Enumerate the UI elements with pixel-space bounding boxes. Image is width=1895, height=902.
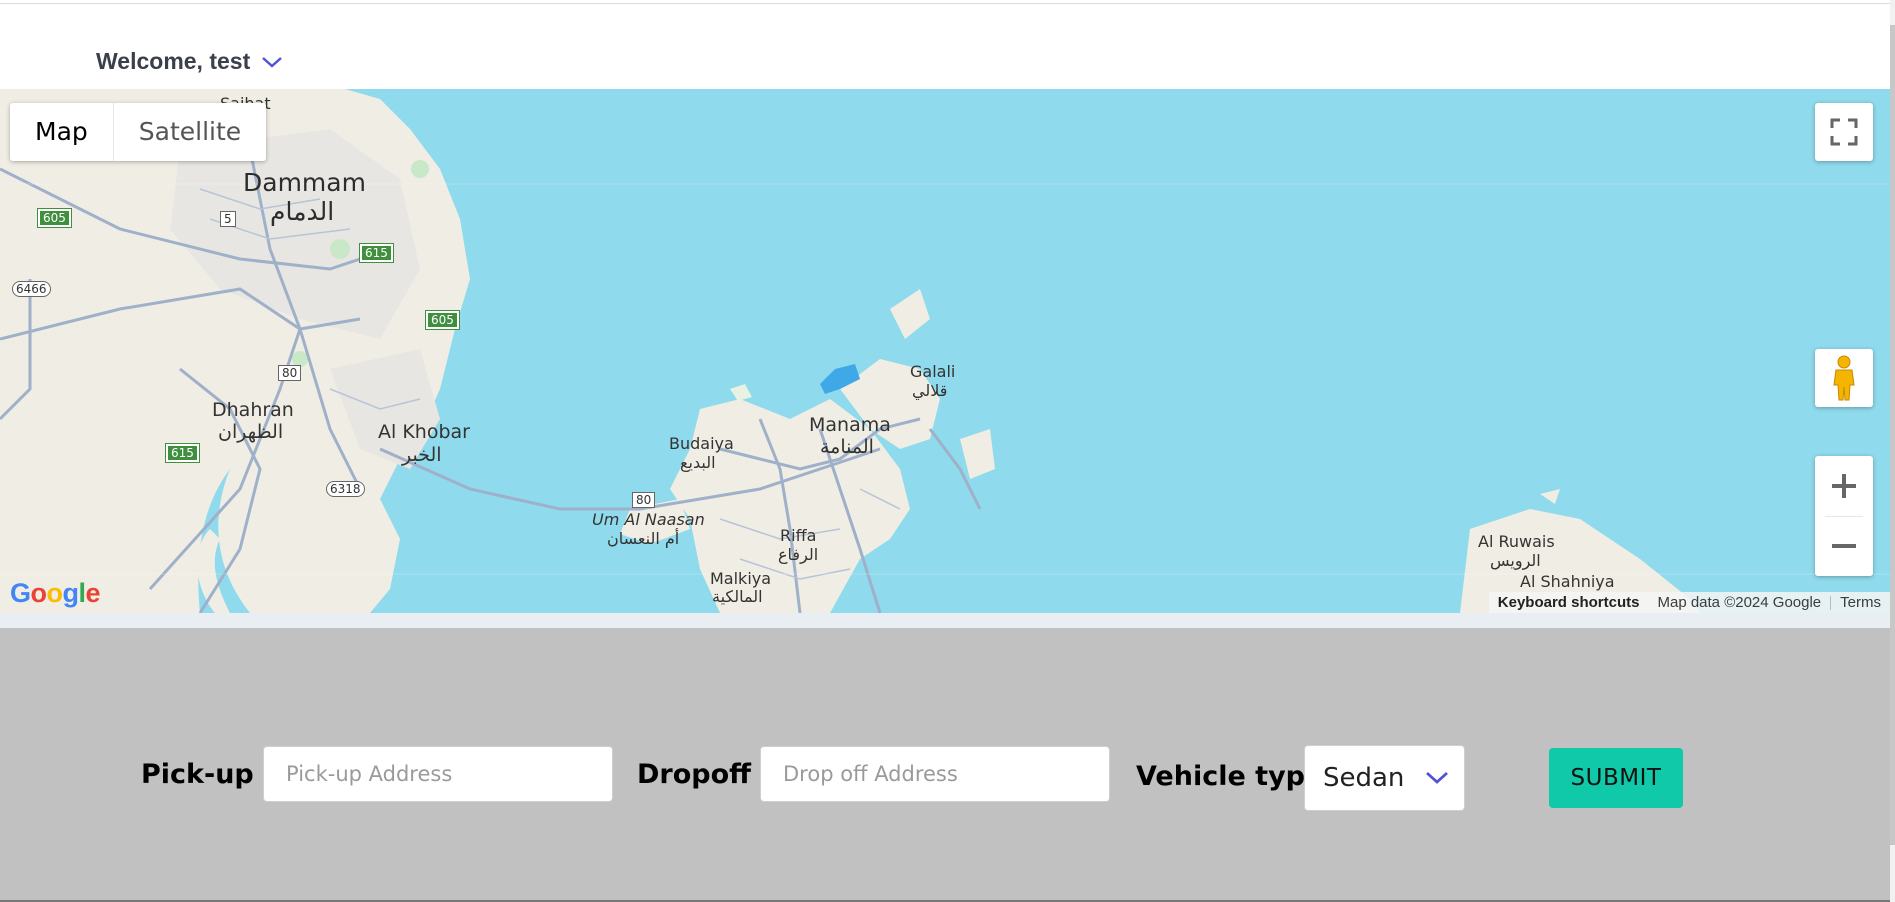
- road-shield: 605: [37, 208, 72, 228]
- map-type-satellite-button[interactable]: Satellite: [112, 103, 267, 161]
- user-menu[interactable]: Welcome, test: [96, 48, 284, 75]
- vehicle-type-value: Sedan: [1323, 763, 1405, 793]
- place-dammam-ar: الدمام: [270, 197, 335, 226]
- chevron-down-icon: [1426, 771, 1449, 784]
- map[interactable]: Saihat Dammam الدمام Dhahran الظهران Al …: [0, 89, 1890, 613]
- street-view-button[interactable]: [1815, 349, 1873, 407]
- zoom-in-button[interactable]: [1815, 457, 1873, 516]
- pegman-icon: [1833, 355, 1855, 401]
- place-budaiya: Budaiya: [669, 434, 734, 453]
- map-data-text: Map data ©2024 Google: [1657, 594, 1822, 611]
- place-budaiya-ar: البديع: [680, 453, 716, 472]
- terms-link[interactable]: Terms: [1831, 594, 1890, 611]
- place-al-shahniya: Al Shahniya: [1520, 572, 1615, 591]
- road-shield: 80: [632, 492, 656, 508]
- vehicle-type-label: Vehicle type: [1136, 761, 1324, 792]
- fullscreen-icon: [1830, 118, 1858, 146]
- scrollbar-thumb[interactable]: [1890, 25, 1895, 845]
- minus-icon: [1832, 544, 1856, 548]
- place-riffa-ar: الرفاع: [778, 545, 819, 564]
- vertical-scrollbar[interactable]: [1890, 0, 1895, 902]
- place-um-al-naasan-ar: أم النعسان: [607, 529, 680, 548]
- zoom-out-button[interactable]: [1815, 517, 1873, 576]
- place-galali: Galali: [910, 362, 956, 381]
- map-type-control: Map Satellite: [10, 103, 267, 161]
- page: Welcome, test Dammam الدمام Dhahran الظه…: [0, 0, 1895, 902]
- place-manama-ar: المنامة: [820, 436, 874, 458]
- place-al-ruwais-ar: الرويس: [1490, 551, 1541, 570]
- google-logo: Google: [10, 578, 101, 608]
- place-malkiya-ar: المالكية: [712, 587, 763, 606]
- map-bottom-strip: [0, 613, 1890, 628]
- place-al-khobar: Al Khobar: [378, 421, 470, 443]
- pickup-input[interactable]: [263, 746, 613, 802]
- keyboard-shortcuts-link[interactable]: Keyboard shortcuts: [1489, 594, 1649, 611]
- place-galali-ar: قلالي: [912, 381, 948, 400]
- submit-button[interactable]: SUBMIT: [1549, 748, 1683, 808]
- road-shield: 6318: [326, 481, 365, 497]
- place-malkiya: Malkiya: [710, 569, 772, 588]
- map-attribution: Keyboard shortcuts Map data ©2024 Google…: [1488, 592, 1890, 613]
- road-shield: 6466: [12, 281, 51, 297]
- map-type-map-button[interactable]: Map: [10, 103, 113, 161]
- road-shield: 5: [220, 211, 236, 227]
- place-al-khobar-ar: الخبر: [402, 444, 442, 466]
- booking-form: Pick-up Dropoff Vehicle type Sedan SUBMI…: [0, 628, 1890, 902]
- chevron-down-icon: [262, 56, 283, 68]
- plus-icon: [1832, 474, 1856, 498]
- road-shield: 80: [278, 365, 302, 381]
- vehicle-type-select[interactable]: Sedan: [1304, 745, 1465, 811]
- road-shield: 605: [425, 310, 460, 330]
- road-shield: 615: [359, 243, 394, 263]
- place-dammam: Dammam: [243, 168, 366, 197]
- dropoff-label: Dropoff: [637, 759, 752, 790]
- fullscreen-button[interactable]: [1815, 103, 1873, 161]
- road-shield: 615: [165, 443, 200, 463]
- place-al-ruwais: Al Ruwais: [1478, 532, 1555, 551]
- place-manama: Manama: [809, 414, 891, 436]
- place-um-al-naasan: Um Al Naasan: [592, 510, 705, 529]
- welcome-text: Welcome, test: [96, 48, 251, 74]
- place-dhahran-ar: الظهران: [218, 421, 284, 443]
- header: Welcome, test: [0, 4, 1890, 89]
- place-dhahran: Dhahran: [212, 399, 294, 421]
- pickup-label: Pick-up: [141, 759, 254, 790]
- place-riffa: Riffa: [780, 526, 817, 545]
- zoom-control: [1815, 456, 1873, 576]
- dropoff-input[interactable]: [760, 746, 1110, 802]
